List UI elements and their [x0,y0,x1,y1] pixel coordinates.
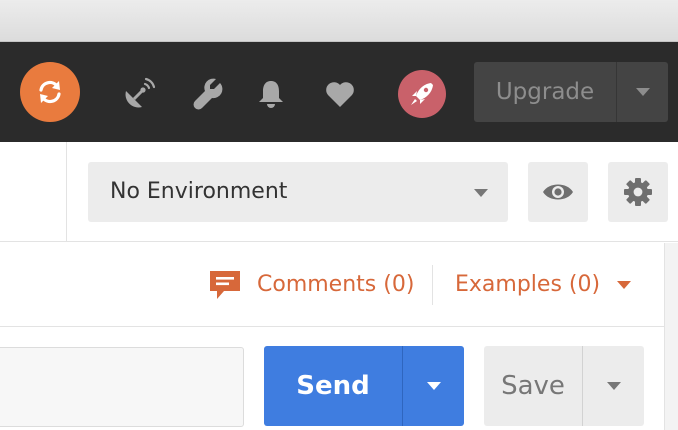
save-button[interactable]: Save [484,346,582,426]
send-dropdown-button[interactable] [403,346,464,426]
rocket-icon [411,83,433,105]
window-titlebar [0,0,678,42]
environment-quick-look-button[interactable] [528,162,588,222]
satellite-icon[interactable] [122,77,156,111]
chevron-down-icon[interactable] [617,281,631,289]
rocket-button[interactable] [398,70,446,118]
request-url-input[interactable] [0,347,244,427]
gear-icon [624,178,652,206]
wrench-icon[interactable] [192,77,226,111]
comments-link[interactable]: Comments (0) [257,269,414,301]
send-button-group: Send [264,346,464,426]
request-meta-bar: Comments (0) Examples (0) [0,243,664,327]
environment-selected-value: No Environment [110,179,288,204]
upgrade-dropdown-button[interactable] [617,62,668,122]
environment-select[interactable]: No Environment [88,162,508,222]
pane-divider [66,142,67,242]
upgrade-button-group: Upgrade [474,62,668,122]
heart-icon[interactable] [323,77,357,111]
chevron-down-icon [606,382,621,390]
eye-icon [543,184,573,200]
scrollbar-track [664,243,678,430]
send-button[interactable]: Send [264,346,402,426]
meta-divider [432,265,433,305]
save-button-group: Save [484,346,644,426]
app-header: Upgrade [0,42,678,142]
upgrade-button[interactable]: Upgrade [474,62,616,122]
sync-button[interactable] [20,62,80,122]
sync-icon [39,80,61,104]
manage-environments-button[interactable] [608,162,668,222]
environment-bar: No Environment [0,142,678,242]
chevron-down-icon [474,189,488,197]
chevron-down-icon [426,382,441,390]
chevron-down-icon [635,88,650,96]
comment-icon [210,271,240,299]
bell-icon[interactable] [254,77,288,111]
save-dropdown-button[interactable] [583,346,644,426]
examples-link[interactable]: Examples (0) [455,269,600,301]
